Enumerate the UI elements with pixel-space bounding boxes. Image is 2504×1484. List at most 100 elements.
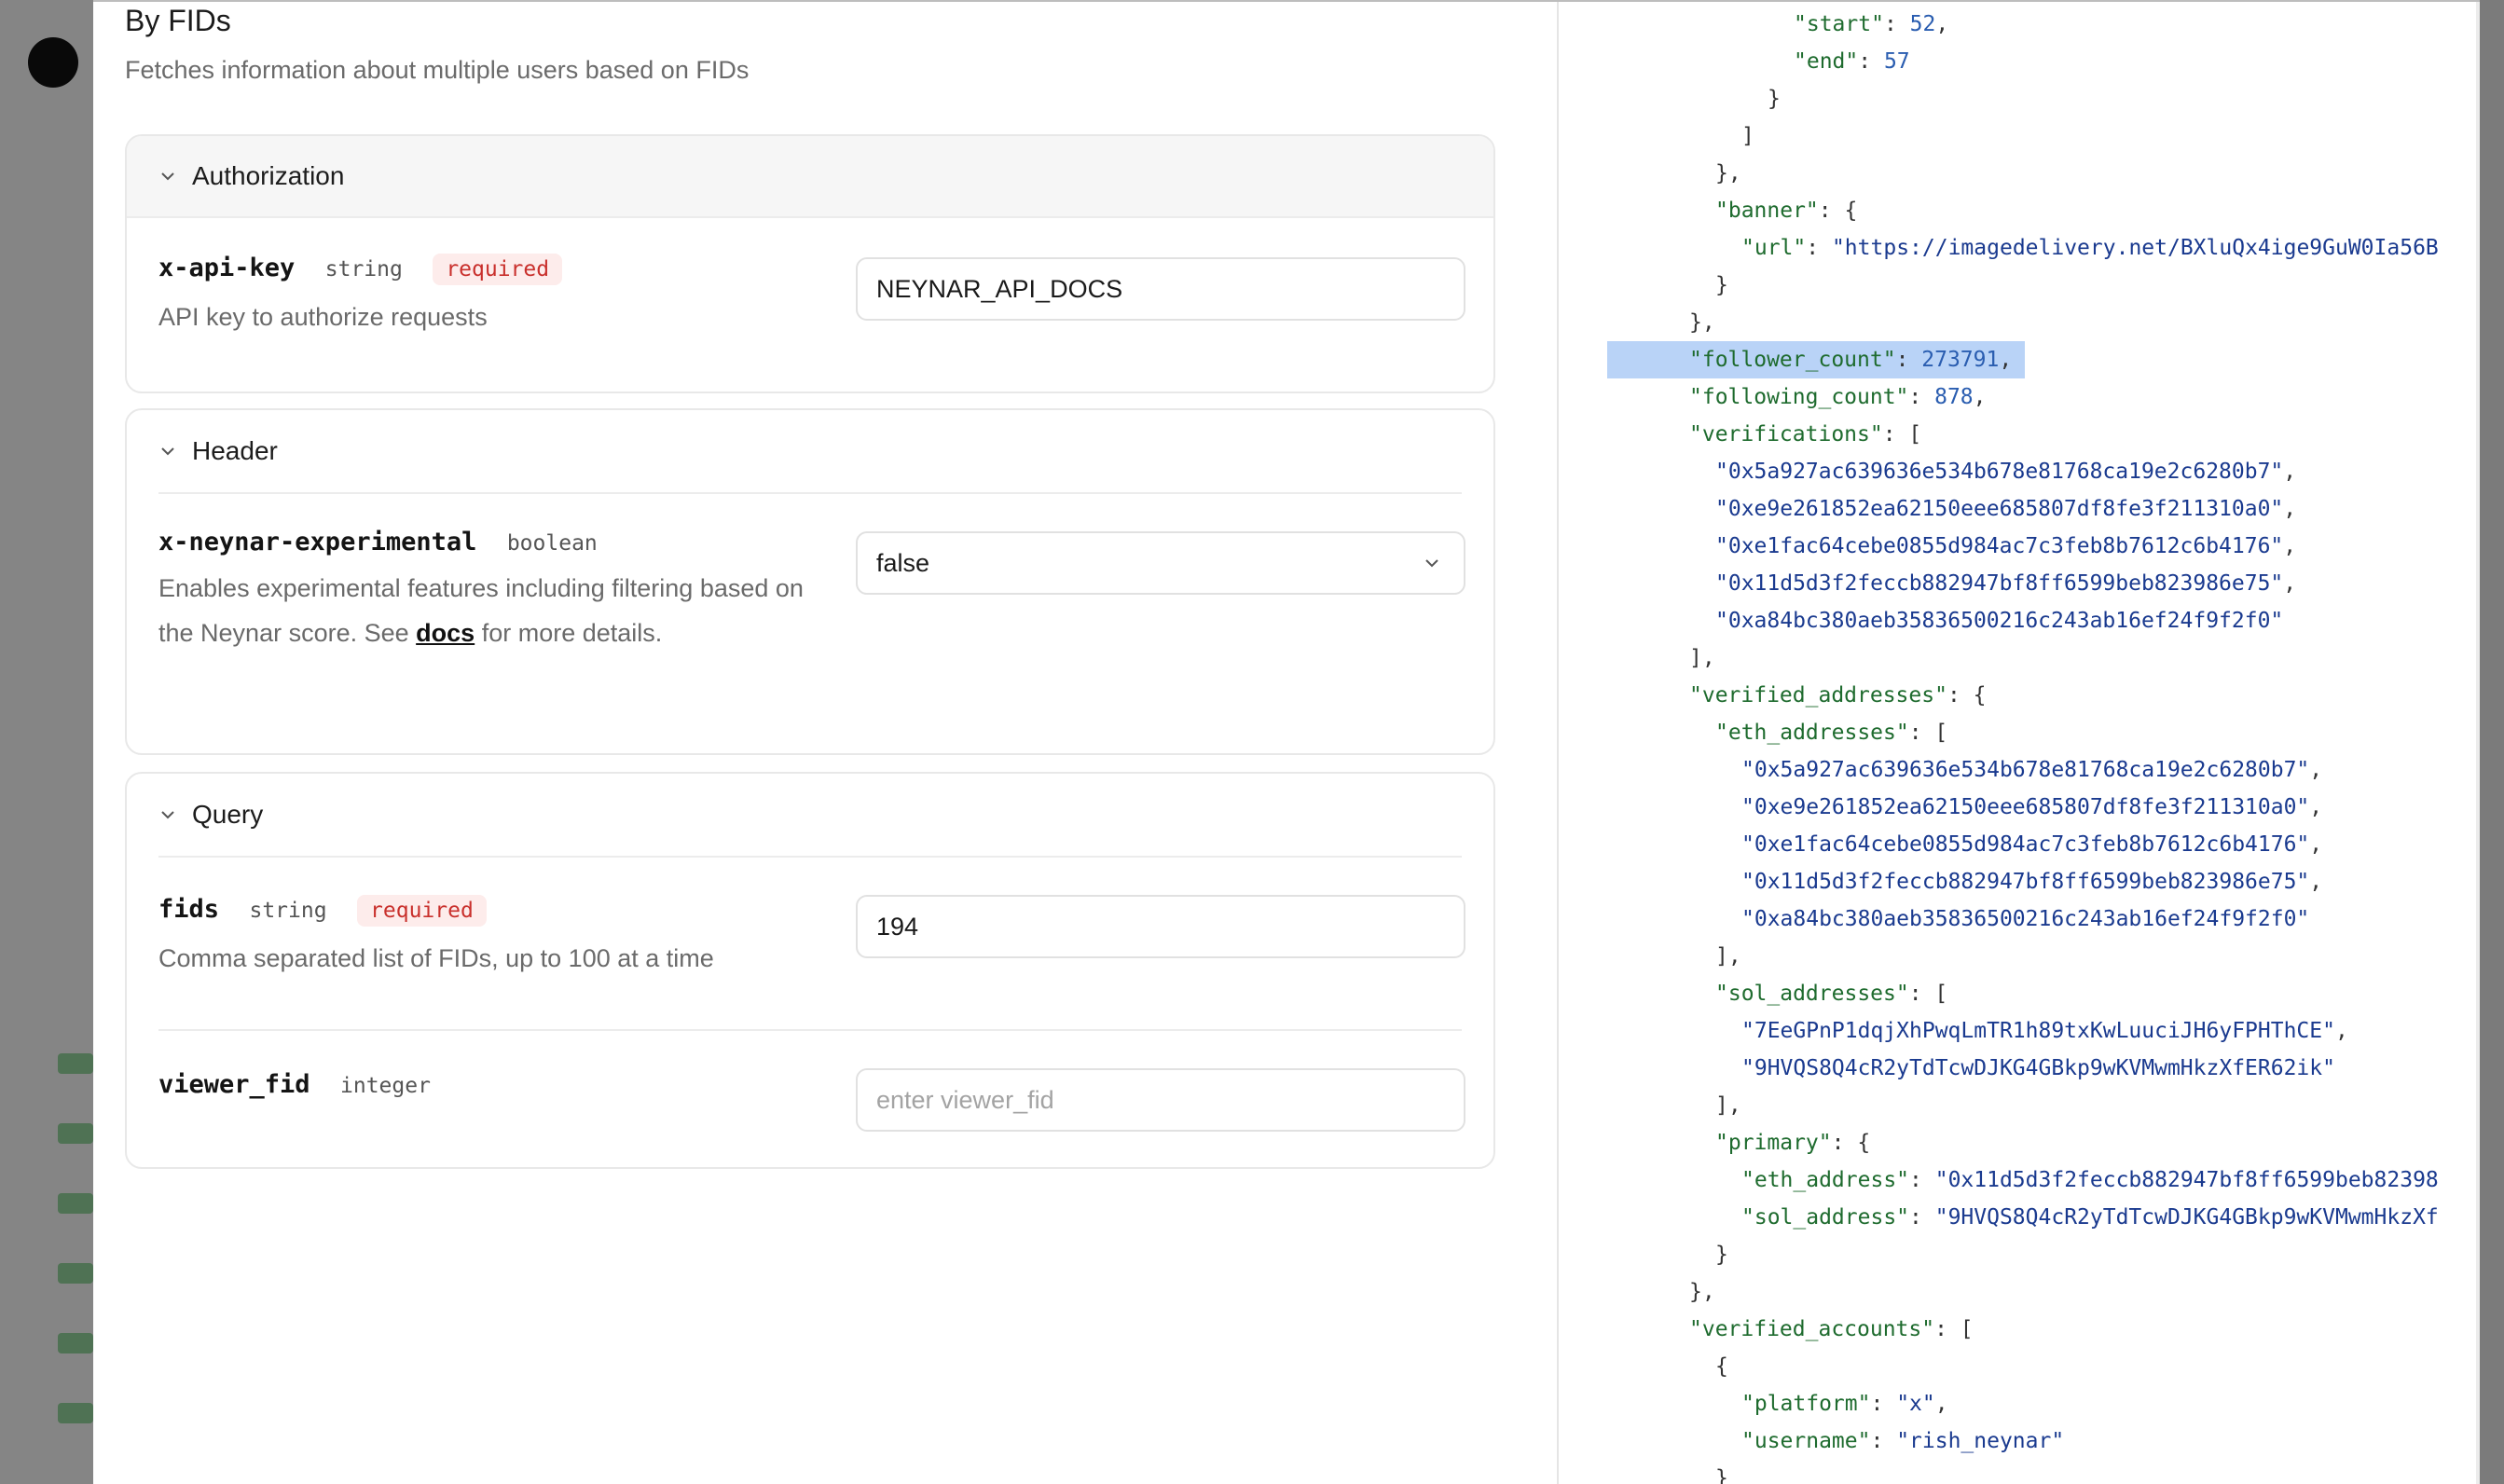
json-key: "verified_addresses" (1689, 683, 1947, 708)
json-line: "url": "https://imagedelivery.net/BXluQx… (1741, 229, 2439, 267)
x-neynar-experimental-select[interactable]: false (856, 531, 1465, 595)
json-key: "sol_address" (1741, 1205, 1910, 1230)
response-scrollbar[interactable] (2476, 2, 2480, 1484)
json-punct: , (2283, 534, 2297, 558)
param-type: integer (340, 1074, 431, 1098)
section-divider (158, 492, 1462, 494)
json-punct: : (1870, 1392, 1897, 1416)
json-line: ], (1689, 639, 1715, 677)
json-punct: : (1909, 1168, 1935, 1192)
json-string: "0x11d5d3f2feccb882947bf8ff6599beb823986… (1741, 870, 2310, 894)
json-string: "0x11d5d3f2feccb882947bf8ff6599beb82398 (1934, 1168, 2439, 1192)
description-text: for more details. (475, 619, 663, 647)
json-line: "eth_address": "0x11d5d3f2feccb882947bf8… (1741, 1161, 2439, 1199)
json-string: "https://imagedelivery.net/BXluQx4ige9Gu… (1831, 236, 2439, 260)
select-value: false (876, 549, 930, 577)
authorization-section-toggle[interactable]: Authorization (127, 136, 1493, 218)
param-divider (158, 1029, 1462, 1031)
json-line: "primary": { (1715, 1124, 1870, 1161)
param-type: boolean (506, 531, 598, 556)
chevron-down-icon (161, 811, 174, 819)
json-string: "9HVQS8Q4cR2yTdTcwDJKG4GBkp9wKVMwmHkzXf (1934, 1205, 2439, 1230)
json-punct: , (2309, 870, 2323, 894)
json-punct: , (2283, 571, 2297, 596)
json-line: "0xe1fac64cebe0855d984ac7c3feb8b7612c6b4… (1715, 528, 2296, 565)
json-line: } (1715, 1236, 1728, 1273)
json-line: ], (1715, 938, 1741, 975)
json-line: "username": "rish_neynar" (1741, 1422, 2064, 1460)
json-punct: }, (1715, 161, 1741, 186)
json-string: "rish_neynar" (1896, 1429, 2065, 1453)
json-key: "banner" (1715, 199, 1819, 223)
required-badge: required (433, 254, 563, 285)
json-key: "verifications" (1689, 422, 1883, 447)
response-pane[interactable]: "start": 52, "end": 57}]}, "banner": {"url… (1557, 2, 2480, 1484)
json-punct: , (1935, 12, 1949, 36)
param-name: x-neynar-experimental (158, 528, 477, 556)
param-name: fids (158, 895, 220, 924)
required-badge: required (357, 895, 487, 927)
json-punct: ] (1741, 124, 1754, 148)
json-key: "primary" (1715, 1131, 1832, 1155)
section-title: Query (192, 800, 264, 829)
viewer-fid-input[interactable] (856, 1068, 1465, 1132)
section-title: Header (192, 436, 278, 465)
json-punct: } (1715, 1243, 1728, 1267)
json-punct: , (2283, 460, 2297, 484)
json-punct: : [ (1908, 982, 1948, 1006)
fids-input[interactable] (856, 895, 1465, 958)
section-title: Authorization (192, 161, 345, 190)
json-punct: , (2309, 758, 2323, 782)
json-punct: }, (1689, 310, 1715, 335)
json-punct: ], (1715, 1093, 1741, 1118)
json-number: 57 (1883, 49, 1910, 74)
json-punct: { (1715, 1354, 1728, 1379)
json-punct: ], (1689, 646, 1715, 670)
json-punct: : (1870, 1429, 1897, 1453)
json-line: }, (1715, 155, 1741, 192)
header-section-toggle[interactable]: Header (127, 410, 1493, 492)
json-punct: , (1973, 385, 1987, 409)
json-punct: } (1715, 273, 1728, 297)
json-punct: : (1806, 236, 1832, 260)
json-punct: , (2309, 795, 2323, 819)
param-type: string (324, 257, 403, 282)
json-line: "eth_addresses": [ (1715, 714, 1947, 751)
chevron-down-icon (161, 447, 174, 456)
param-description: Comma separated list of FIDs, up to 100 … (158, 944, 714, 972)
json-line: "banner": { (1715, 192, 1857, 229)
json-key: "platform" (1741, 1392, 1871, 1416)
param-description: Enables experimental features including … (158, 566, 811, 655)
json-number: 273791 (1921, 348, 2000, 372)
query-section-toggle[interactable]: Query (127, 774, 1493, 856)
request-pane: By FIDs Fetches information about multip… (93, 2, 1557, 1484)
json-key: "url" (1741, 236, 1807, 260)
json-punct: : (1909, 1205, 1935, 1230)
json-punct: : [ (1908, 721, 1948, 745)
json-key: "sol_addresses" (1715, 982, 1909, 1006)
json-line: "0x5a927ac639636e534b678e81768ca19e2c628… (1741, 751, 2322, 789)
json-punct: , (2283, 497, 2297, 521)
json-string: "9HVQS8Q4cR2yTdTcwDJKG4GBkp9wKVMwmHkzXfE… (1741, 1056, 2335, 1080)
param-description: API key to authorize requests (158, 303, 488, 331)
json-line: "0xa84bc380aeb35836500216c243ab16ef24f9f… (1741, 900, 2309, 938)
json-string: "0x11d5d3f2feccb882947bf8ff6599beb823986… (1715, 571, 2284, 596)
json-line: "sol_address": "9HVQS8Q4cR2yTdTcwDJKG4GB… (1741, 1199, 2439, 1236)
json-line: "0x11d5d3f2feccb882947bf8ff6599beb823986… (1715, 565, 2296, 602)
json-line: "0xe9e261852ea62150eee685807df8fe3f21131… (1741, 789, 2322, 826)
json-key: "following_count" (1689, 385, 1909, 409)
json-punct: } (1768, 87, 1781, 111)
docs-link[interactable]: docs (416, 619, 475, 647)
json-punct: } (1715, 1466, 1728, 1484)
json-key: "end" (1794, 49, 1859, 74)
json-punct: : (1895, 348, 1922, 372)
api-playground-modal: By FIDs Fetches information about multip… (93, 0, 2480, 1484)
json-string: "0xa84bc380aeb35836500216c243ab16ef24f9f… (1715, 609, 2284, 633)
json-string: "0xe9e261852ea62150eee685807df8fe3f21131… (1715, 497, 2284, 521)
param-type: string (249, 899, 327, 923)
json-key: "username" (1741, 1429, 1871, 1453)
x-api-key-input[interactable] (856, 257, 1465, 321)
json-string: "7EeGPnP1dqjXhPwqLmTR1h89txKwLuuciJH6yFP… (1741, 1019, 2335, 1043)
json-line: "end": 57 (1794, 43, 1910, 80)
json-line: } (1715, 1460, 1728, 1484)
